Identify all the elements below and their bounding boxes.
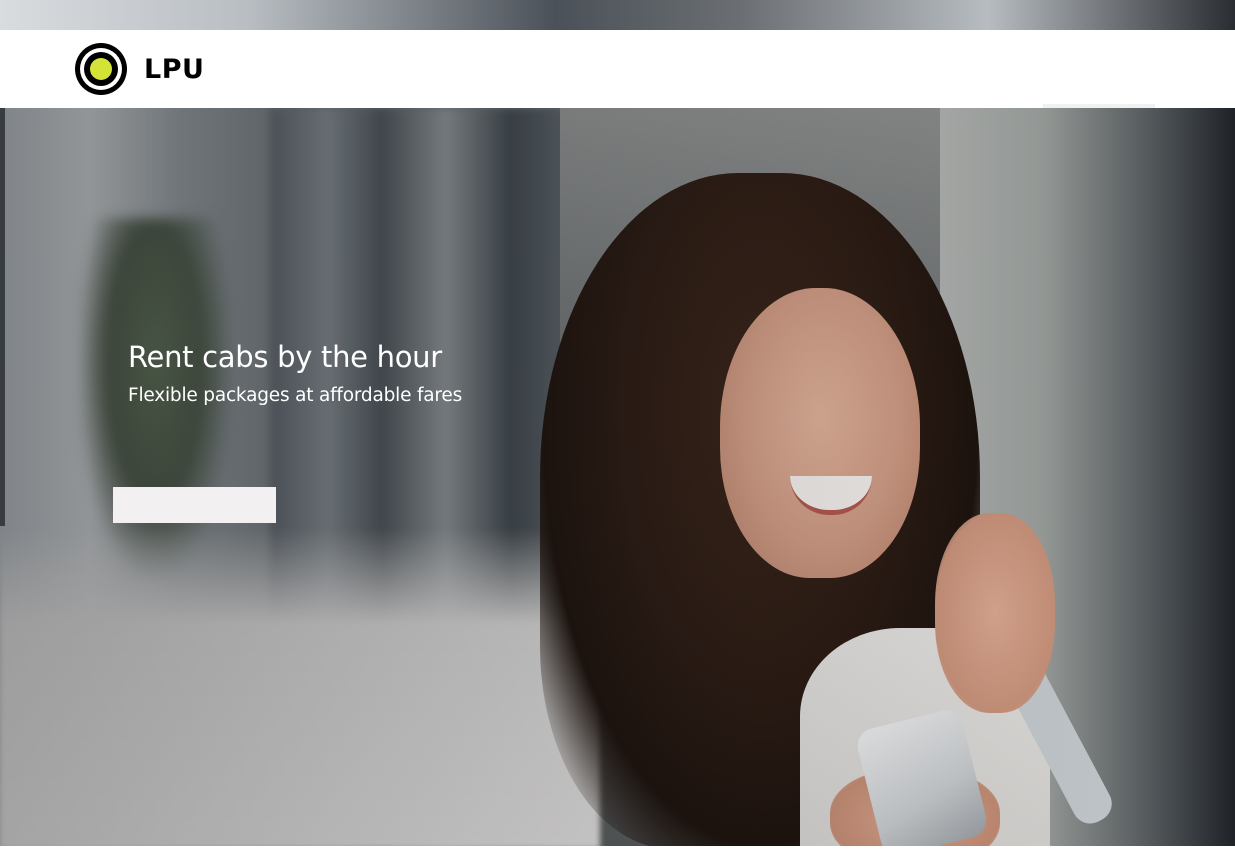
hero-title: Rent cabs by the hour: [128, 340, 442, 374]
logo-circle-icon: [75, 43, 127, 95]
hero-overlay: [0, 108, 1235, 849]
hero-cta-button[interactable]: [113, 487, 276, 523]
hero-section: Rent cabs by the hour Flexible packages …: [0, 108, 1235, 849]
hero-subtitle: Flexible packages at affordable fares: [128, 385, 463, 406]
logo-link[interactable]: LPU: [75, 43, 204, 95]
navbar: LPU: [0, 30, 1235, 108]
logo-dot: [90, 58, 112, 80]
left-edge-bar: [0, 108, 5, 526]
brand-name: LPU: [144, 53, 205, 85]
page: LPU Rent cabs by the hour Flexible packa…: [0, 0, 1235, 849]
top-background-strip: [0, 0, 1235, 30]
